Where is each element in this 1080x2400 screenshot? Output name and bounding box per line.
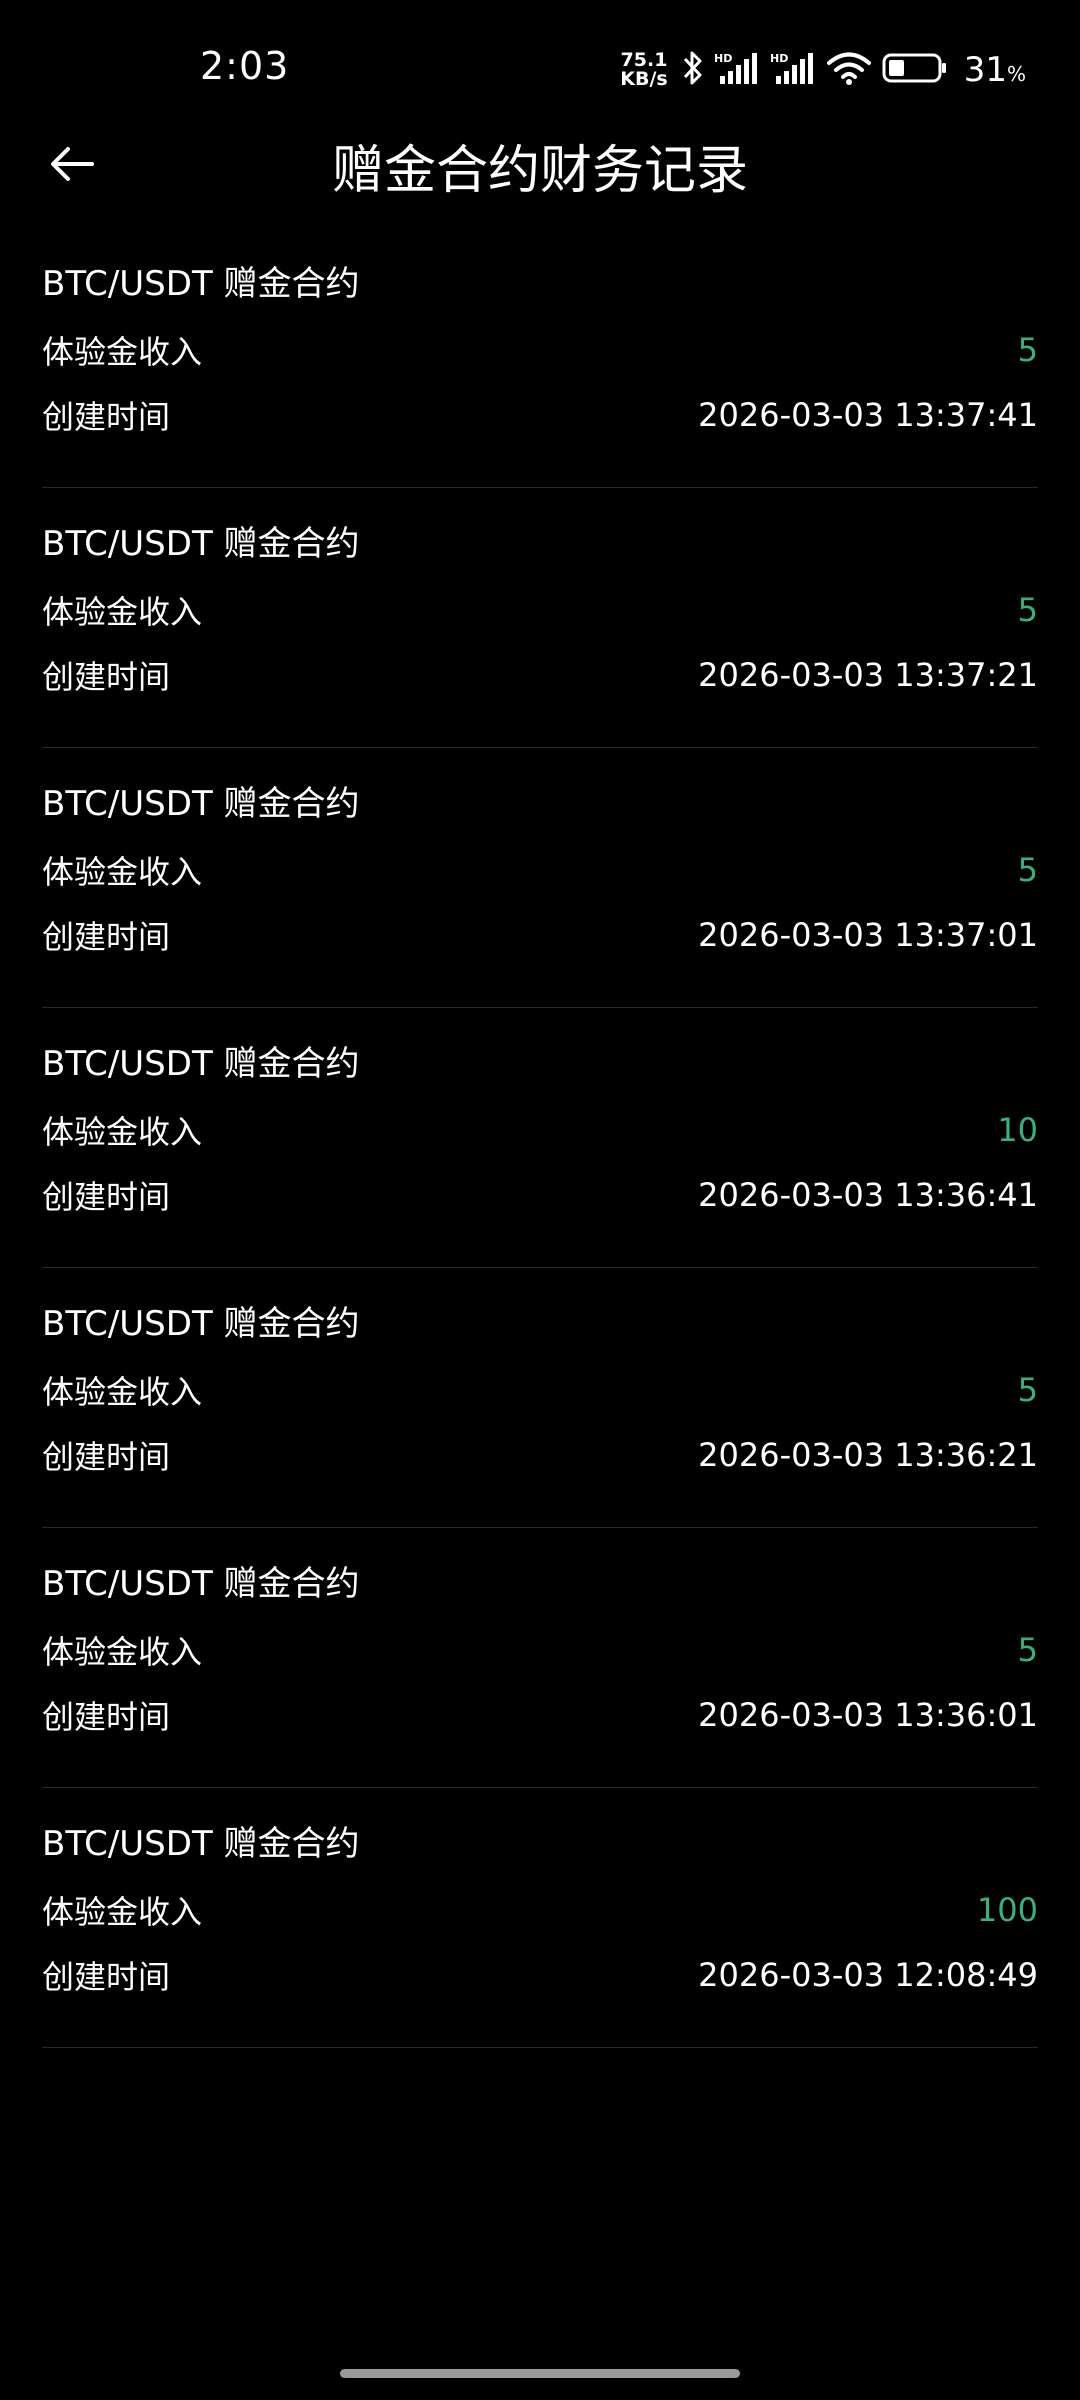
record-item: BTC/USDT 赠金合约 体验金收入 5 创建时间 2026-03-03 13:36:… — [42, 1528, 1038, 1788]
page-title: 赠金合约财务记录 — [331, 141, 748, 201]
record-time-value: 2026-03-03 13:37:21 — [698, 656, 1038, 694]
record-time-row: 创建时间 2026-03-03 12:08:49 — [42, 1955, 1038, 1996]
record-time-label: 创建时间 — [42, 1178, 171, 1216]
wifi-icon — [826, 50, 872, 90]
record-amount-row: 体验金收入 5 — [42, 1630, 1038, 1671]
record-time-value: 2026-03-03 12:08:49 — [698, 1956, 1038, 1994]
record-amount-row: 体验金收入 5 — [42, 330, 1038, 371]
record-time-label: 创建时间 — [42, 398, 171, 436]
record-title: BTC/USDT 赠金合约 — [42, 784, 360, 824]
record-time-row: 创建时间 2026-03-03 13:37:41 — [42, 395, 1038, 436]
record-amount-row: 体验金收入 5 — [42, 850, 1038, 891]
record-time-label: 创建时间 — [42, 918, 171, 956]
record-title: BTC/USDT 赠金合约 — [42, 264, 360, 304]
record-amount-label: 体验金收入 — [42, 1113, 203, 1151]
bluetooth-icon — [682, 50, 704, 90]
network-speed: 75.1 KB/s — [620, 51, 667, 89]
record-amount-label: 体验金收入 — [42, 333, 203, 371]
record-amount-row: 体验金收入 100 — [42, 1890, 1038, 1931]
record-time-value: 2026-03-03 13:36:41 — [698, 1176, 1038, 1214]
record-time-label: 创建时间 — [42, 1438, 171, 1476]
battery-percent-value: 31 — [963, 50, 1007, 90]
record-amount-row: 体验金收入 10 — [42, 1110, 1038, 1151]
record-time-value: 2026-03-03 13:37:01 — [698, 916, 1038, 954]
record-time-label: 创建时间 — [42, 1958, 171, 1996]
signal-icon: HD — [770, 50, 816, 90]
record-title: BTC/USDT 赠金合约 — [42, 1824, 360, 1864]
record-amount-value: 5 — [1017, 851, 1038, 889]
status-icons: 75.1 KB/s HD HD 31% — [620, 48, 1026, 92]
record-item: BTC/USDT 赠金合约 体验金收入 5 创建时间 2026-03-03 13:37:… — [42, 488, 1038, 748]
record-amount-value: 5 — [1017, 1631, 1038, 1669]
record-amount-label: 体验金收入 — [42, 1633, 203, 1671]
record-time-value: 2026-03-03 13:36:01 — [698, 1696, 1038, 1734]
home-indicator[interactable] — [340, 2369, 740, 2378]
record-amount-label: 体验金收入 — [42, 1893, 203, 1931]
page-header: 赠金合约财务记录 — [0, 110, 1080, 220]
network-speed-unit: KB/s — [620, 68, 668, 90]
record-amount-row: 体验金收入 5 — [42, 590, 1038, 631]
record-amount-label: 体验金收入 — [42, 593, 203, 631]
record-time-row: 创建时间 2026-03-03 13:36:21 — [42, 1435, 1038, 1476]
record-time-label: 创建时间 — [42, 658, 171, 696]
record-time-value: 2026-03-03 13:37:41 — [698, 396, 1038, 434]
record-time-row: 创建时间 2026-03-03 13:36:41 — [42, 1175, 1038, 1216]
record-amount-value: 5 — [1017, 1371, 1038, 1409]
signal-hd-label: HD — [714, 52, 732, 65]
record-title: BTC/USDT 赠金合约 — [42, 1564, 360, 1604]
record-amount-value: 5 — [1017, 331, 1038, 369]
record-amount-label: 体验金收入 — [42, 1373, 203, 1411]
signal-icon: HD — [714, 50, 760, 90]
battery-icon — [882, 51, 948, 89]
record-item: BTC/USDT 赠金合约 体验金收入 100 创建时间 2026-03-03 12:0… — [42, 1788, 1038, 2048]
record-time-row: 创建时间 2026-03-03 13:37:21 — [42, 655, 1038, 696]
record-time-label: 创建时间 — [42, 1698, 171, 1736]
status-time: 2:03 — [200, 44, 290, 88]
record-amount-label: 体验金收入 — [42, 853, 203, 891]
record-amount-value: 10 — [997, 1111, 1038, 1149]
record-time-row: 创建时间 2026-03-03 13:36:01 — [42, 1695, 1038, 1736]
record-amount-row: 体验金收入 5 — [42, 1370, 1038, 1411]
record-title: BTC/USDT 赠金合约 — [42, 524, 360, 564]
signal-hd-label: HD — [770, 52, 788, 65]
record-amount-value: 100 — [976, 1891, 1038, 1929]
record-item: BTC/USDT 赠金合约 体验金收入 10 创建时间 2026-03-03 13:36… — [42, 1008, 1038, 1268]
record-item: BTC/USDT 赠金合约 体验金收入 5 创建时间 2026-03-03 13:36:… — [42, 1268, 1038, 1528]
record-amount-value: 5 — [1017, 591, 1038, 629]
record-item: BTC/USDT 赠金合约 体验金收入 5 创建时间 2026-03-03 13:37:… — [42, 748, 1038, 1008]
records-list: BTC/USDT 赠金合约 体验金收入 5 创建时间 2026-03-03 13:37:… — [42, 228, 1038, 2048]
record-time-value: 2026-03-03 13:36:21 — [698, 1436, 1038, 1474]
record-time-row: 创建时间 2026-03-03 13:37:01 — [42, 915, 1038, 956]
battery-percent: 31% — [964, 50, 1026, 90]
battery-percent-unit: % — [1006, 62, 1026, 86]
record-title: BTC/USDT 赠金合约 — [42, 1304, 360, 1344]
record-title: BTC/USDT 赠金合约 — [42, 1044, 360, 1084]
record-item: BTC/USDT 赠金合约 体验金收入 5 创建时间 2026-03-03 13:37:… — [42, 228, 1038, 488]
